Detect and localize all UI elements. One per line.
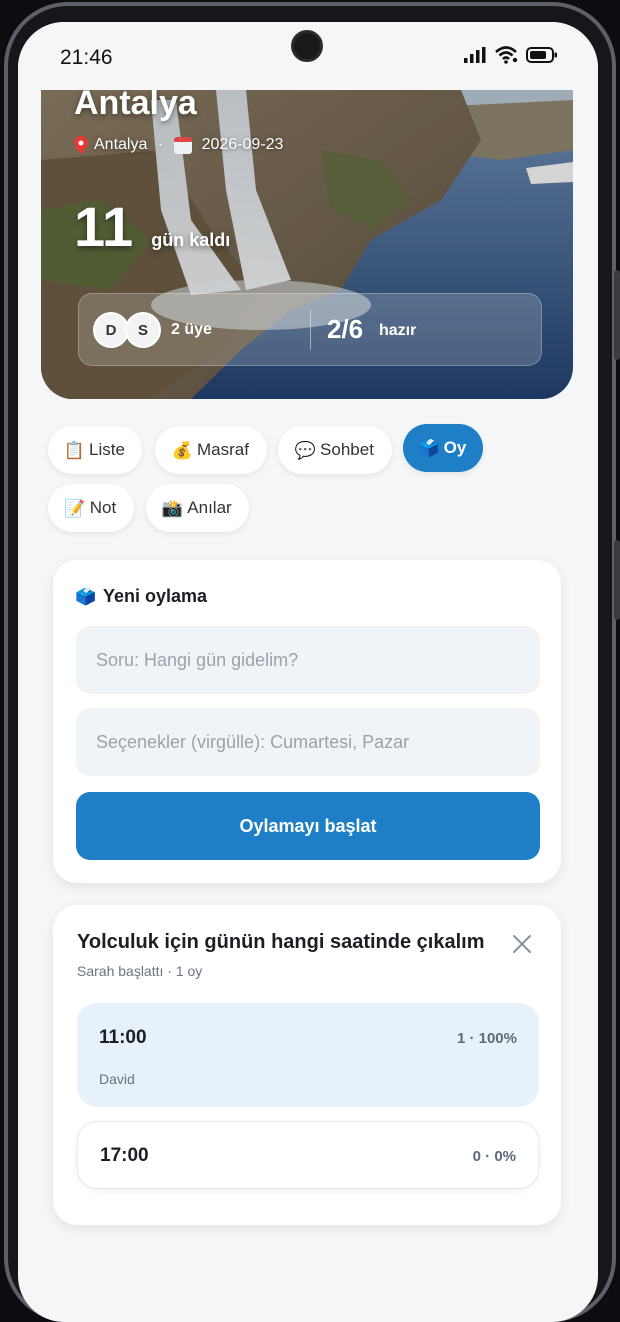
poll-option-voters: David <box>99 1071 135 1087</box>
trip-title: Antalya <box>74 90 197 122</box>
poll-option-stat: 0 · 0% <box>472 1148 516 1165</box>
question-input[interactable] <box>76 626 540 694</box>
trip-summary-panel: D S 2 üye 2/6 hazır <box>78 293 542 366</box>
new-poll-title-text: Yeni oylama <box>103 586 208 606</box>
camera-icon: 📸 <box>161 498 183 518</box>
trip-meta: Antalya · 2026-09-23 <box>74 136 283 154</box>
trip-hero-card: Antalya Antalya · 2026-09-23 11 gün kald… <box>41 90 573 399</box>
tab-masraf[interactable]: 💰 Masraf <box>155 426 267 474</box>
signal-icon <box>464 47 486 63</box>
countdown: 11 gün kaldı <box>74 194 230 259</box>
tab-label: Masraf <box>197 440 249 459</box>
power-button <box>614 540 620 620</box>
volume-button <box>614 270 620 360</box>
tab-label: Not <box>89 498 117 517</box>
close-icon[interactable] <box>511 933 533 955</box>
poll-question: Yolculuk için günün hangi saatinde çıkal… <box>77 931 485 953</box>
poll-option[interactable]: 17:00 0 · 0% <box>77 1121 539 1189</box>
memo-icon: 📝 <box>64 498 86 518</box>
ballot-box-icon: 🗳️ <box>418 438 440 458</box>
status-bar: 21:46 <box>18 22 598 88</box>
start-poll-button[interactable]: Oylamayı başlat <box>76 792 540 860</box>
chat-bubble-icon: 💬 <box>294 440 316 460</box>
money-bag-icon: 💰 <box>171 440 193 460</box>
front-camera <box>291 30 323 62</box>
new-poll-card: 🗳️ Yeni oylama Oylamayı başlat <box>53 560 561 883</box>
ballot-box-icon: 🗳️ <box>75 587 97 606</box>
avatar[interactable]: D <box>93 312 129 348</box>
trip-location: Antalya <box>94 136 148 153</box>
battery-icon <box>526 47 557 63</box>
tab-anilar[interactable]: 📸 Anılar <box>146 484 249 532</box>
status-time: 21:46 <box>60 46 113 69</box>
members-count: 2 üye <box>171 321 212 338</box>
poll-option-label: 11:00 <box>99 1027 147 1048</box>
pin-icon <box>74 136 88 154</box>
tab-liste[interactable]: 📋 Liste <box>48 426 142 474</box>
days-left-number: 11 <box>74 195 134 258</box>
poll-meta: Sarah başlattı · 1 oy <box>77 963 203 979</box>
summary-divider <box>310 310 311 350</box>
poll-option[interactable]: 11:00 1 · 100% David <box>77 1003 539 1107</box>
tab-not[interactable]: 📝 Not <box>48 484 134 532</box>
poll-option-label: 17:00 <box>100 1145 149 1166</box>
ready-count: 2/6 <box>327 314 364 344</box>
tab-oy[interactable]: 🗳️ Oy <box>403 424 483 472</box>
meta-separator: · <box>153 136 168 153</box>
avatar[interactable]: S <box>125 312 161 348</box>
new-poll-title: 🗳️ Yeni oylama <box>75 586 208 607</box>
poll-card: Yolculuk için günün hangi saatinde çıkal… <box>53 905 561 1225</box>
days-left-label: gün kaldı <box>151 230 231 250</box>
poll-option-stat: 1 · 100% <box>456 1030 517 1047</box>
tab-label: Anılar <box>187 498 232 517</box>
wifi-icon <box>495 46 518 64</box>
screen: 21:46 Antalya Antalya · 2026-09-23 11 gü… <box>18 22 598 1322</box>
trip-date: 2026-09-23 <box>201 136 284 153</box>
tab-sohbet[interactable]: 💬 Sohbet <box>278 426 392 474</box>
tab-label: Oy <box>443 438 467 457</box>
tab-label: Liste <box>89 440 125 459</box>
ready-label: hazır <box>379 322 417 339</box>
options-input[interactable] <box>76 708 540 776</box>
phone: 21:46 Antalya Antalya · 2026-09-23 11 gü… <box>0 0 620 1322</box>
clipboard-icon: 📋 <box>63 440 85 460</box>
tab-label: Sohbet <box>320 440 374 459</box>
calendar-icon <box>173 136 192 154</box>
system-icons <box>464 46 558 64</box>
